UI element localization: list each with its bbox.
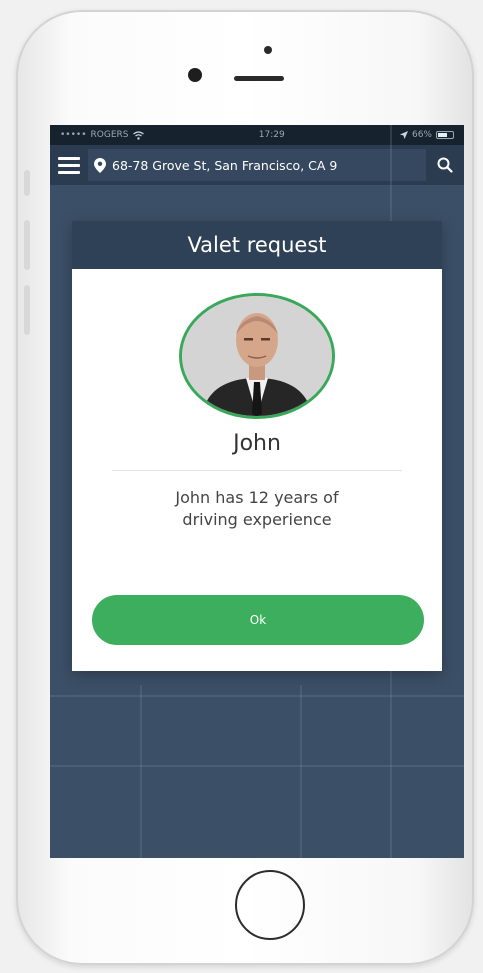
wifi-icon — [132, 130, 144, 140]
phone-screen: ••••• ROGERS 17:29 66% 68-78 Grove St, S… — [50, 125, 464, 858]
divider — [112, 470, 402, 471]
location-arrow-icon — [399, 131, 408, 139]
status-bar: ••••• ROGERS 17:29 66% — [50, 125, 464, 145]
hamburger-icon[interactable] — [58, 156, 80, 174]
volume-down-button — [24, 285, 30, 335]
driver-avatar — [179, 293, 335, 419]
proximity-sensor — [264, 46, 272, 54]
ok-button[interactable]: Ok — [92, 595, 424, 645]
map-street — [50, 695, 464, 697]
map-pin-icon — [94, 157, 106, 173]
description-line-2: driving experience — [182, 510, 332, 529]
description-line-1: John has 12 years of — [175, 488, 339, 507]
front-camera — [188, 68, 202, 82]
earpiece-speaker — [234, 76, 284, 81]
driver-photo — [182, 296, 332, 416]
mute-switch — [24, 170, 30, 196]
address-text: 68-78 Grove St, San Francisco, CA 9 — [112, 157, 338, 173]
volume-up-button — [24, 220, 30, 270]
address-field[interactable]: 68-78 Grove St, San Francisco, CA 9 — [88, 149, 426, 181]
top-navbar: 68-78 Grove St, San Francisco, CA 9 — [50, 145, 464, 185]
search-icon — [437, 157, 453, 173]
signal-dots-icon: ••••• — [60, 130, 87, 140]
driver-description: John has 12 years of driving experience — [72, 487, 442, 531]
map-street — [50, 765, 464, 767]
map-street — [300, 685, 302, 858]
carrier-label: ROGERS — [90, 130, 129, 140]
map-street — [140, 685, 142, 858]
valet-request-dialog: Valet request John John has 12 years of … — [72, 221, 442, 671]
dialog-title: Valet request — [72, 221, 442, 269]
search-button[interactable] — [434, 157, 456, 173]
home-button[interactable] — [235, 870, 305, 940]
clock: 17:29 — [258, 130, 285, 140]
battery-icon — [436, 131, 454, 139]
battery-fill — [438, 133, 447, 137]
battery-percent: 66% — [411, 130, 432, 140]
driver-name: John — [233, 431, 281, 456]
